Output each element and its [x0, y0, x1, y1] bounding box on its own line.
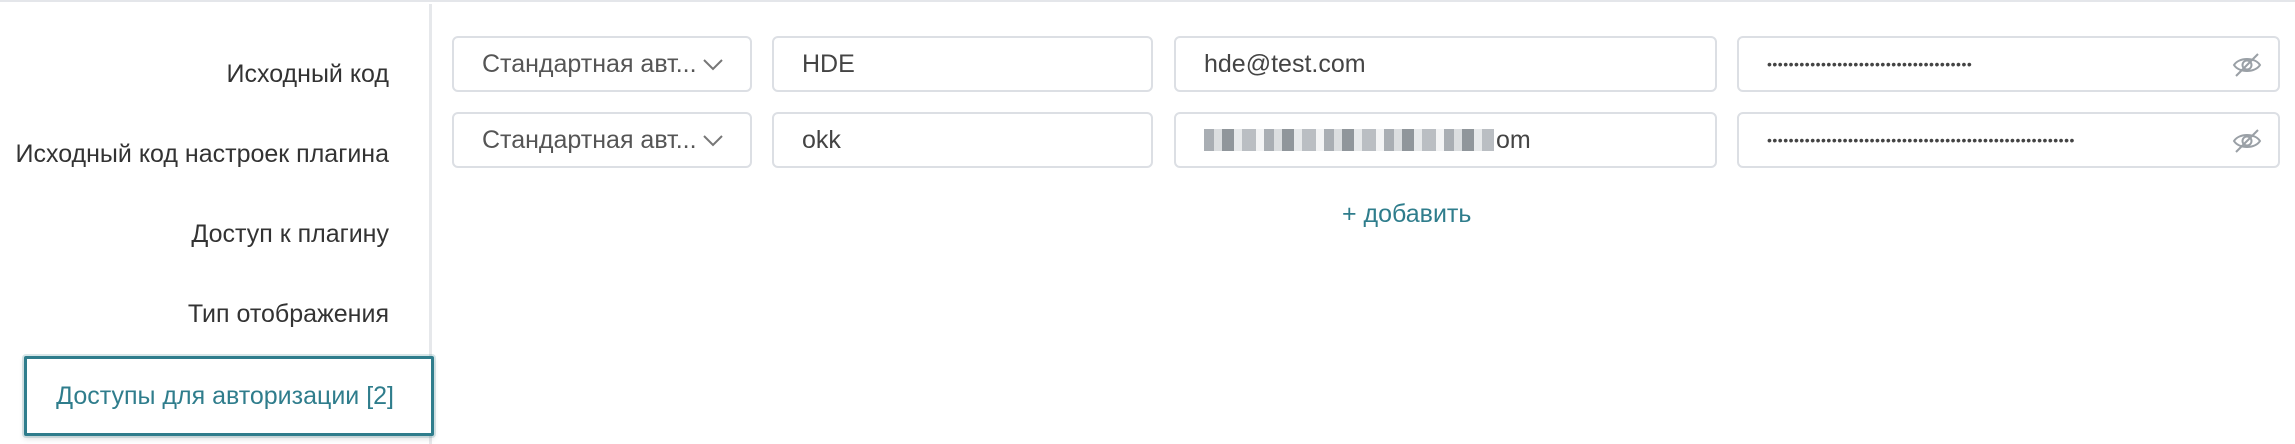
- sidebar-item-plugin-access[interactable]: Доступ к плагину: [191, 220, 389, 249]
- sidebar-item-plugin-settings-source[interactable]: Исходный код настроек плагина: [16, 140, 390, 169]
- password-mask: ••••••••••••••••••••••••••••••••••••••••…: [1767, 132, 2075, 148]
- name-input[interactable]: HDE: [772, 36, 1153, 92]
- auth-type-select[interactable]: Стандартная авт...: [452, 36, 752, 92]
- chevron-down-icon: [703, 135, 723, 147]
- login-input[interactable]: om: [1174, 112, 1717, 168]
- password-input[interactable]: ••••••••••••••••••••••••••••••••••••••••…: [1737, 112, 2280, 168]
- password-input[interactable]: ••••••••••••••••••••••••••••••••••••••: [1737, 36, 2280, 92]
- login-input[interactable]: hde@test.com: [1174, 36, 1717, 92]
- auth-type-select[interactable]: Стандартная авт...: [452, 112, 752, 168]
- add-credential-link[interactable]: + добавить: [1342, 200, 1471, 229]
- settings-sidebar: Исходный код Исходный код настроек плаги…: [0, 4, 434, 444]
- name-value: okk: [802, 125, 841, 154]
- sidebar-item-display-type[interactable]: Тип отображения: [188, 300, 389, 329]
- eye-slash-icon[interactable]: [2232, 128, 2262, 154]
- sidebar-item-auth-credentials[interactable]: Доступы для авторизации [2]: [24, 356, 434, 436]
- sidebar-item-source-code[interactable]: Исходный код: [227, 60, 389, 89]
- eye-slash-icon[interactable]: [2232, 52, 2262, 78]
- login-value-suffix: om: [1496, 125, 1531, 154]
- auth-type-value: Стандартная авт...: [482, 125, 697, 154]
- password-mask: ••••••••••••••••••••••••••••••••••••••: [1767, 56, 1973, 72]
- redacted-login: [1204, 129, 1494, 151]
- chevron-down-icon: [703, 59, 723, 71]
- login-value: hde@test.com: [1204, 49, 1366, 78]
- auth-credentials-panel: Исходный код Исходный код настроек плаги…: [0, 0, 2295, 444]
- sidebar-item-label: Доступы для авторизации [2]: [56, 381, 394, 410]
- name-value: HDE: [802, 49, 855, 78]
- name-input[interactable]: okk: [772, 112, 1153, 168]
- auth-type-value: Стандартная авт...: [482, 49, 697, 78]
